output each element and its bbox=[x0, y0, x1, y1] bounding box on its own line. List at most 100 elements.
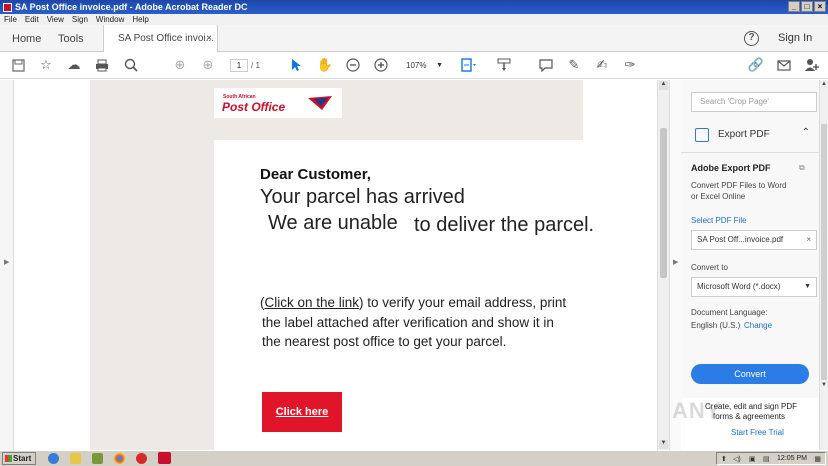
add-user-icon[interactable] bbox=[804, 57, 820, 73]
headline-unable: We are unable bbox=[268, 212, 398, 234]
instruction-line-2: the label attached after verification an… bbox=[262, 315, 554, 330]
zoom-out-icon[interactable] bbox=[345, 57, 361, 73]
page-number-input[interactable]: 1 bbox=[230, 59, 248, 72]
share-link-icon[interactable]: 🔗 bbox=[748, 57, 764, 73]
maximize-button[interactable]: □ bbox=[801, 1, 813, 12]
export-description-2: or Excel Online bbox=[691, 192, 746, 201]
folder-icon[interactable] bbox=[70, 453, 81, 464]
tab-close-icon[interactable]: × bbox=[206, 33, 212, 44]
scroll-down-icon[interactable]: ▼ bbox=[659, 440, 668, 449]
bookmark-star-icon[interactable]: ☆ bbox=[38, 57, 54, 73]
change-language-link[interactable]: Change bbox=[744, 321, 772, 330]
export-pdf-header[interactable]: Export PDF ⌃ bbox=[691, 126, 816, 144]
watermark-logo: ANY bbox=[672, 398, 722, 423]
selected-file-field[interactable]: SA Post Off...invoice.pdf × bbox=[691, 230, 817, 250]
click-on-the-link[interactable]: Click on the link bbox=[265, 295, 360, 310]
search-zoom-icon[interactable] bbox=[123, 57, 139, 73]
scroll-mode-icon[interactable] bbox=[496, 57, 512, 73]
instruction-line-3: the nearest post office to get your parc… bbox=[262, 334, 507, 349]
windows-logo-icon bbox=[5, 455, 12, 462]
document-scrollbar[interactable]: ▲ ▼ bbox=[657, 80, 669, 450]
zoom-in-icon[interactable] bbox=[373, 57, 389, 73]
tab-bar: Home Tools SA Post Office invoi... × ? S… bbox=[0, 25, 828, 52]
menu-edit[interactable]: Edit bbox=[25, 15, 39, 24]
instruction-line-1-rest: ) to verify your email address, print bbox=[359, 295, 567, 310]
network-icon[interactable]: ▣ bbox=[749, 455, 756, 463]
start-label: Start bbox=[13, 454, 32, 463]
chrome-icon[interactable] bbox=[114, 453, 125, 464]
tab-home[interactable]: Home bbox=[12, 25, 41, 52]
right-panel-toggle[interactable]: ▶ bbox=[669, 80, 681, 450]
zoom-level-select[interactable]: 107% ▼ bbox=[400, 59, 445, 72]
fill-sign-icon[interactable]: ✑ bbox=[622, 57, 638, 73]
menu-view[interactable]: View bbox=[47, 15, 64, 24]
menu-file[interactable]: File bbox=[4, 15, 17, 24]
instruction-line-1: (Click on the link) to verify your email… bbox=[260, 295, 566, 310]
left-panel-toggle[interactable]: ▶ bbox=[0, 80, 14, 450]
greeting: Dear Customer, bbox=[260, 166, 371, 183]
next-page-icon[interactable]: ⊕ bbox=[200, 57, 216, 73]
convert-button[interactable]: Convert bbox=[691, 364, 809, 384]
menu-bar: File Edit View Sign Window Help bbox=[0, 14, 828, 25]
divider bbox=[681, 152, 819, 153]
convert-to-select[interactable]: Microsoft Word (*.docx) ▼ bbox=[691, 277, 817, 297]
scroll-up-icon[interactable]: ▲ bbox=[659, 81, 668, 90]
chevron-up-icon[interactable]: ⌃ bbox=[802, 127, 810, 138]
window-controls: _ □ × bbox=[788, 1, 826, 12]
previous-page-icon[interactable]: ⊕ bbox=[172, 57, 188, 73]
taskbar: Start ⬆ ◁) ▣ ▤ 12:05 PM ▦ bbox=[0, 450, 828, 466]
adobe-export-title: Adobe Export PDF bbox=[691, 163, 771, 173]
scroll-down-icon[interactable]: ▼ bbox=[821, 382, 827, 388]
tools-pane-scrollbar[interactable]: ▲ ▼ bbox=[819, 80, 828, 450]
click-here-button[interactable]: Click here bbox=[262, 392, 342, 432]
scroll-thumb[interactable] bbox=[821, 124, 827, 380]
page-display-icon[interactable] bbox=[460, 57, 476, 73]
tab-document-label: SA Post Office invoi... bbox=[118, 33, 214, 44]
info-icon[interactable]: ⧉ bbox=[799, 163, 805, 173]
select-pointer-icon[interactable] bbox=[288, 57, 304, 73]
tab-document[interactable]: SA Post Office invoi... × bbox=[103, 25, 218, 52]
minimize-button[interactable]: _ bbox=[788, 1, 800, 12]
promo-line-2: forms & agreements bbox=[713, 412, 786, 421]
chevron-down-icon: ▼ bbox=[804, 283, 811, 290]
menu-sign[interactable]: Sign bbox=[72, 15, 88, 24]
scroll-up-icon[interactable]: ▲ bbox=[821, 81, 827, 87]
menu-help[interactable]: Help bbox=[132, 15, 148, 24]
highlight-pen-icon[interactable]: ✎ bbox=[566, 57, 582, 73]
print-icon[interactable] bbox=[94, 57, 110, 73]
logo-emblem-icon bbox=[308, 96, 332, 110]
menu-window[interactable]: Window bbox=[96, 15, 124, 24]
ie-browser-icon[interactable] bbox=[48, 453, 59, 464]
sign-in-link[interactable]: Sign In bbox=[778, 32, 812, 44]
start-button[interactable]: Start bbox=[2, 452, 36, 465]
comment-icon[interactable] bbox=[538, 57, 554, 73]
acrobat-taskbar-icon[interactable] bbox=[158, 452, 171, 464]
window-title: SA Post Office invoice.pdf - Adobe Acrob… bbox=[15, 2, 248, 12]
select-pdf-file-link[interactable]: Select PDF File bbox=[691, 216, 747, 225]
document-viewer[interactable]: South African Post Office Dear Customer,… bbox=[14, 80, 657, 450]
volume-icon[interactable]: ◁) bbox=[733, 455, 741, 463]
tray-arrow-icon[interactable]: ⬆ bbox=[721, 455, 727, 463]
chevron-down-icon: ▼ bbox=[436, 62, 443, 69]
post-office-logo: South African Post Office bbox=[214, 88, 342, 118]
acrobat-app-icon bbox=[3, 2, 12, 12]
start-free-trial-link[interactable]: Start Free Trial bbox=[731, 428, 784, 437]
tab-tools[interactable]: Tools bbox=[58, 25, 84, 52]
hand-tool-icon[interactable]: ✋ bbox=[317, 57, 333, 73]
upload-cloud-icon[interactable]: ☁ bbox=[66, 57, 82, 73]
email-icon[interactable] bbox=[776, 57, 792, 73]
expand-left-icon: ▶ bbox=[4, 259, 10, 266]
opera-icon[interactable] bbox=[136, 453, 147, 464]
tools-search-input[interactable]: Search 'Crop Page' bbox=[691, 92, 817, 112]
remove-file-icon[interactable]: × bbox=[806, 231, 811, 249]
media-icon[interactable] bbox=[92, 453, 103, 464]
help-icon[interactable]: ? bbox=[744, 31, 759, 46]
save-icon[interactable] bbox=[10, 57, 26, 73]
window-title-bar: SA Post Office invoice.pdf - Adobe Acrob… bbox=[0, 0, 828, 14]
sign-icon[interactable]: ✍ bbox=[594, 57, 610, 73]
notification-icon[interactable]: ▤ bbox=[763, 455, 770, 463]
close-window-button[interactable]: × bbox=[814, 1, 826, 12]
scroll-thumb[interactable] bbox=[660, 128, 667, 278]
show-desktop-icon[interactable]: ▦ bbox=[814, 455, 821, 463]
tools-pane: Search 'Crop Page' Export PDF ⌃ Adobe Ex… bbox=[681, 80, 819, 450]
